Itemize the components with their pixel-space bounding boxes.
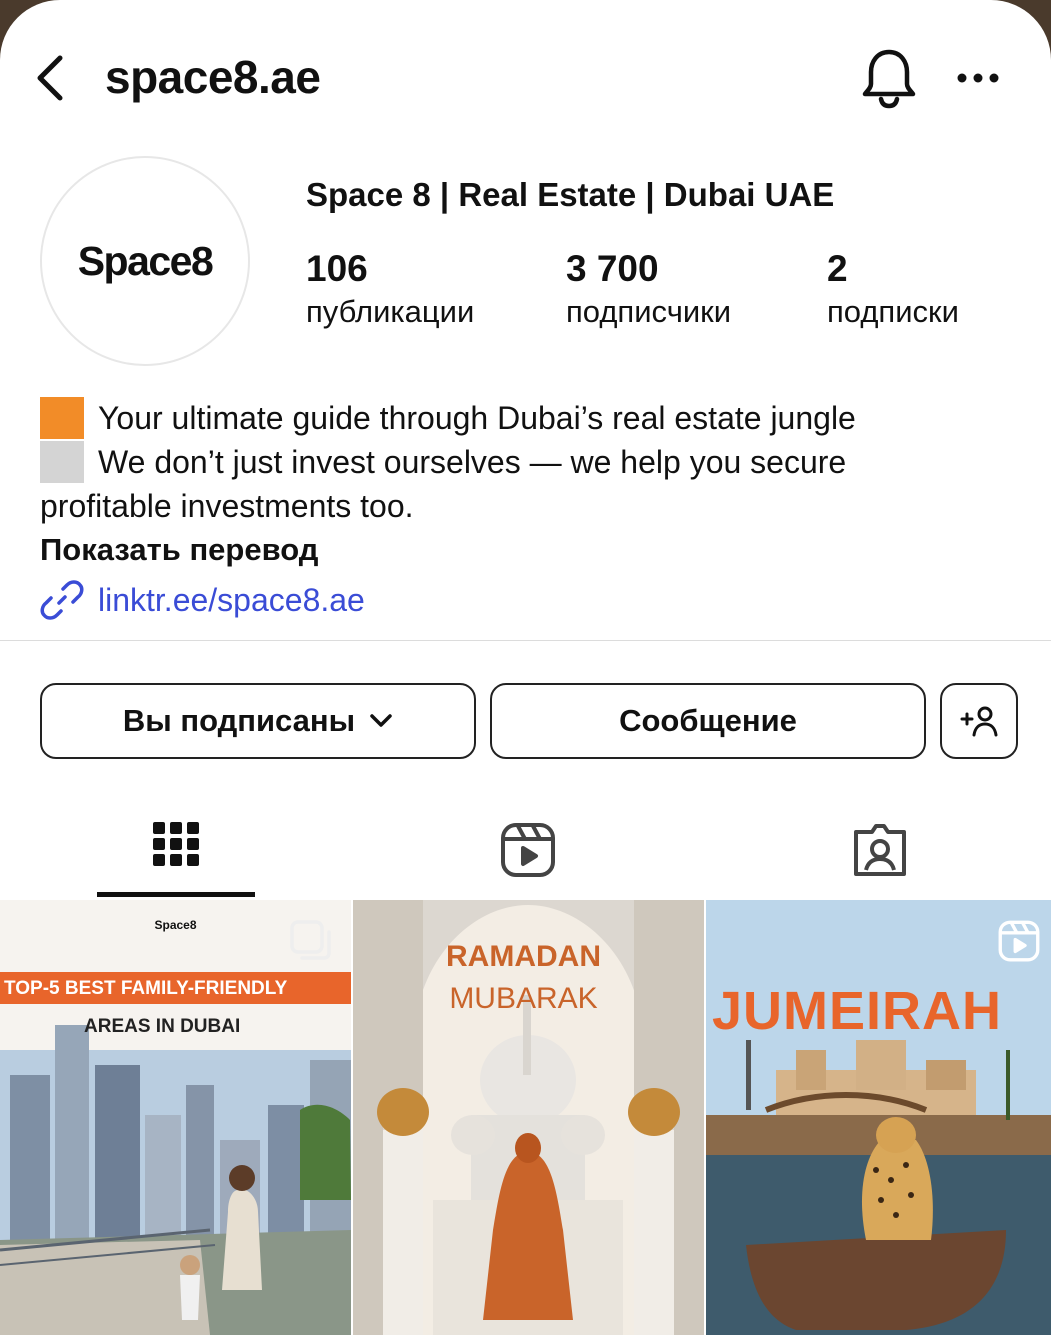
profile-bio: Your ultimate guide through Dubai’s real… (40, 396, 1020, 528)
profile-avatar[interactable]: Space8 (40, 156, 250, 366)
avatar-logo-text: Space8 (77, 237, 214, 284)
post-title-jumeirah: JUMEIRAH (712, 981, 1003, 1041)
message-button-label: Сообщение (619, 703, 797, 738)
link-icon (40, 580, 84, 620)
post-title-ramadan: RAMADAN (446, 940, 601, 973)
post-banner-text: TOP-5 BEST FAMILY-FRIENDLY (4, 978, 288, 999)
bio-line-2: We don’t just invest ourselves — we help… (98, 444, 847, 480)
chevron-down-icon (370, 714, 392, 727)
grid-icon (153, 822, 199, 866)
post-tile-jumeirah[interactable]: JUMEIRAH (706, 900, 1051, 1335)
followers-count[interactable]: 3 700 подписчики (566, 248, 731, 334)
suggest-people-button[interactable] (940, 683, 1018, 759)
message-button[interactable]: Сообщение (490, 683, 926, 759)
reels-icon (501, 823, 555, 877)
post-title-mubarak: MUBARAK (449, 982, 598, 1015)
posts-count-label: публикации (306, 294, 475, 329)
jumeirah-cheetah-image (706, 900, 1051, 1335)
following-count-number: 2 (827, 248, 848, 289)
top-bar: space8.ae (0, 0, 1051, 150)
profile-full-name: Space 8 | Real Estate | Dubai UAE (306, 176, 835, 213)
bio-line-3: profitable investments too. (40, 488, 414, 524)
profile-username: space8.ae (105, 51, 321, 103)
more-options-icon[interactable] (950, 56, 1006, 100)
following-button[interactable]: Вы подписаны (40, 683, 476, 759)
posts-count[interactable]: 106 публикации (306, 248, 474, 334)
bio-line-1: Your ultimate guide through Dubai’s real… (98, 400, 856, 436)
bell-icon[interactable] (858, 44, 920, 110)
followers-count-label: подписчики (566, 294, 732, 329)
posts-grid: Space8 TOP-5 BEST FAMILY-FRIENDLY AREAS … (0, 900, 1051, 1335)
following-count-label: подписки (827, 294, 959, 329)
orange-square-emoji-icon (40, 397, 84, 439)
tab-posts-grid[interactable] (136, 810, 216, 890)
grey-square-emoji-icon (40, 441, 84, 483)
dubai-marina-image (0, 900, 351, 1335)
back-arrow-icon[interactable] (28, 50, 72, 106)
carousel-icon (290, 920, 331, 960)
post-subtitle: AREAS IN DUBAI (84, 1016, 241, 1037)
show-translation-link[interactable]: Показать перевод (40, 532, 318, 568)
following-button-label: Вы подписаны (122, 703, 356, 738)
followers-count-number: 3 700 (566, 248, 659, 289)
add-person-icon (960, 706, 998, 737)
posts-count-number: 106 (306, 248, 368, 289)
tab-tagged[interactable] (840, 810, 920, 890)
following-count[interactable]: 2 подписки (827, 248, 959, 334)
profile-link[interactable]: linktr.ee/space8.ae (40, 578, 365, 622)
post-tile-family-areas[interactable]: Space8 TOP-5 BEST FAMILY-FRIENDLY AREAS … (0, 900, 351, 1335)
post-tile-ramadan[interactable]: RAMADAN MUBARAK (353, 900, 704, 1335)
tagged-icon (854, 824, 906, 876)
profile-link-text: linktr.ee/space8.ae (98, 581, 365, 618)
section-divider (0, 640, 1051, 641)
tab-reels[interactable] (488, 810, 568, 890)
profile-screen: space8.ae Space8 Space 8 | Real Estate |… (0, 0, 1051, 1335)
reels-badge-icon (998, 920, 1040, 962)
active-tab-indicator (97, 892, 255, 897)
